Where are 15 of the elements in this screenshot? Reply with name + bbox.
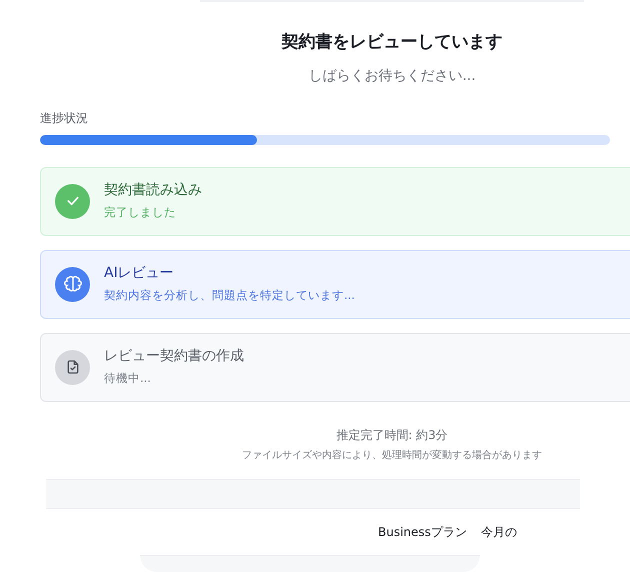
step-title: レビュー契約書の作成 bbox=[104, 347, 244, 366]
estimate-note: ファイルサイズや内容により、処理時間が変動する場合があります bbox=[241, 448, 543, 462]
step-status: 契約内容を分析し、問題点を特定しています... bbox=[104, 287, 355, 304]
plan-label: Businessプラン bbox=[378, 524, 467, 541]
step-status: 待機中... bbox=[104, 370, 152, 388]
estimate-time: 推定完了時間: 約3分 bbox=[335, 426, 449, 444]
progress-label: 進捗状況 bbox=[40, 110, 89, 126]
document-check-icon bbox=[64, 359, 80, 375]
page-subtitle: しばらくお待ちください... bbox=[307, 66, 477, 86]
page-title: 契約書をレビューしています bbox=[280, 31, 504, 54]
brain-icon bbox=[64, 275, 82, 293]
usage-label: 今月の bbox=[480, 524, 517, 541]
step-title: 契約書読み込み bbox=[104, 181, 202, 200]
step-status: 完了しました bbox=[104, 204, 177, 222]
step-title: AIレビュー bbox=[104, 264, 175, 284]
